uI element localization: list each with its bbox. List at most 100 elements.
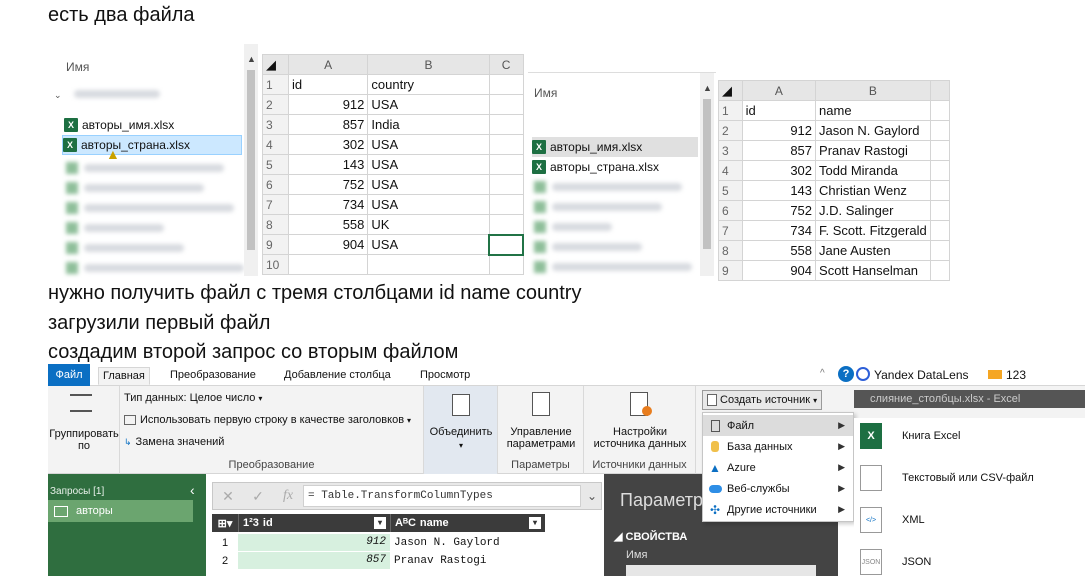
file-explorer-2: Имя X авторы_имя.xlsx X авторы_страна.xl… [528, 72, 716, 276]
table-row: 4 302 USA [262, 134, 524, 155]
file-item-authors-names[interactable]: X авторы_имя.xlsx [64, 115, 242, 135]
file-item-authors-countries[interactable]: X авторы_страна.xlsx [532, 157, 698, 177]
collapse-ribbon-icon[interactable]: ^ [820, 368, 825, 379]
use-first-row-button[interactable]: Использовать первую строку в качестве за… [124, 414, 411, 426]
table-row: 7 734 F. Scott. Fitzgerald [718, 220, 951, 241]
spreadsheet-names: ◢ A B 1 id name 2 912 Jason N. Gaylord 3 857 P… [718, 80, 951, 281]
replace-values-button[interactable]: ↳ Замена значений [124, 436, 224, 448]
select-all-corner[interactable]: ◢ [262, 54, 289, 75]
confirm-icon[interactable]: ✓ [243, 488, 273, 505]
excel-file-icon: X [532, 140, 546, 154]
query-item-authors[interactable]: авторы [48, 500, 193, 522]
group-label-transform: Преобразование [228, 459, 315, 471]
file-item-authors-countries[interactable]: X авторы_страна.xlsx [62, 135, 242, 155]
new-source-icon [707, 394, 717, 406]
manage-parameters-button[interactable]: Управление параметрами [498, 426, 584, 450]
column-header-name[interactable]: AᴮC name ▾ [390, 514, 545, 532]
chevron-right-icon: ▶ [838, 462, 845, 472]
excel-file-icon: X [64, 118, 78, 132]
file-name: авторы_страна.xlsx [81, 138, 190, 152]
tab-add-column[interactable]: Добавление столбца [280, 367, 395, 385]
combine-button[interactable]: Объединить ▾ [424, 386, 498, 474]
caption-second-query: создадим второй запрос со вторым файлом [48, 341, 459, 363]
new-source-menu: Файл ▶ База данных ▶ ▲ Azure ▶ Веб-службы ▶ … [702, 412, 854, 522]
column-header-b[interactable]: B [367, 54, 490, 75]
table-menu-icon[interactable]: ⊞▾ [212, 514, 238, 532]
formula-input[interactable]: = Table.TransformColumnTypes [303, 485, 581, 507]
table-row: 2 912 USA [262, 94, 524, 115]
group-by-button[interactable]: Группировать по [48, 428, 120, 452]
active-cell[interactable] [488, 233, 524, 256]
filter-dropdown-icon[interactable]: ▾ [374, 517, 386, 529]
chevron-down-icon: ▾ [458, 441, 463, 450]
new-source-button[interactable]: Создать источник ▾ [702, 390, 823, 410]
badge-count[interactable]: 123 [1006, 368, 1026, 382]
menu-item-json[interactable]: JSON JSON [860, 544, 1085, 576]
table-row: 3 857 India [262, 114, 524, 135]
excel-icon: X [860, 423, 882, 449]
cancel-icon[interactable]: ✕ [213, 488, 243, 505]
vertical-scrollbar[interactable]: ▲ [244, 44, 258, 276]
table-row: 6 752 USA [262, 174, 524, 195]
menu-item-database[interactable]: База данных ▶ [703, 436, 853, 457]
select-all-corner[interactable]: ◢ [718, 80, 743, 101]
file-name: авторы_имя.xlsx [82, 118, 175, 132]
menu-item-text-csv[interactable]: Текстовый или CSV-файл [860, 460, 1085, 496]
tab-view[interactable]: Просмотр [416, 367, 474, 385]
data-source-settings-button[interactable]: Настройки источника данных [584, 426, 696, 450]
table-row: 9 904 Scott Hanselman [718, 260, 951, 281]
column-header-id[interactable]: 1²3 id ▾ [238, 514, 390, 532]
vertical-scrollbar[interactable]: ▲ [700, 73, 714, 276]
menu-item-xml[interactable]: </> XML [860, 502, 1085, 538]
file-icon [710, 419, 720, 432]
xml-file-icon: </> [860, 507, 882, 533]
chevron-right-icon: ▶ [838, 483, 845, 493]
filter-dropdown-icon[interactable]: ▾ [529, 517, 541, 529]
mail-icon [988, 370, 1002, 379]
group-by-icon [70, 394, 92, 412]
tab-file[interactable]: Файл [48, 364, 90, 386]
expand-formula-icon[interactable]: ⌄ [587, 489, 601, 503]
expand-chevron-icon[interactable]: ⌄ [54, 90, 62, 101]
yandex-datalens-icon [856, 367, 870, 381]
json-file-icon: JSON [860, 549, 882, 575]
menu-item-file[interactable]: Файл ▶ [703, 415, 853, 436]
table-row: 7 734 USA [262, 194, 524, 215]
power-query-editor: Файл Главная Преобразование Добавление с… [48, 364, 1085, 576]
chevron-right-icon: ▶ [838, 441, 845, 451]
whole-number-type-icon[interactable]: 1²3 [243, 517, 259, 529]
text-file-icon [860, 465, 882, 491]
column-header-a[interactable]: A [741, 80, 817, 101]
queries-title: Запросы [1] [50, 486, 105, 497]
name-column-header[interactable]: Имя [534, 86, 557, 100]
menu-item-excel-workbook[interactable]: X Книга Excel [860, 418, 1085, 454]
collapse-pane-icon[interactable]: ‹ [190, 482, 195, 498]
table-row: 3 857 Pranav Rastogi [718, 140, 951, 161]
properties-section[interactable]: ◢ СВОЙСТВА [614, 530, 687, 543]
tab-transform[interactable]: Преобразование [166, 367, 260, 385]
menu-item-web-services[interactable]: Веб-службы ▶ [703, 478, 853, 499]
fx-icon[interactable]: fx [273, 488, 303, 504]
name-label: Имя [626, 549, 648, 561]
column-header-a[interactable]: A [287, 54, 369, 75]
chevron-right-icon: ▶ [838, 420, 845, 430]
scroll-up-arrow-icon[interactable]: ▲ [703, 83, 712, 93]
tab-home[interactable]: Главная [98, 367, 150, 385]
data-type-dropdown[interactable]: Тип данных: Целое число ▾ [124, 392, 262, 404]
file-name: авторы_имя.xlsx [550, 140, 643, 154]
menu-item-azure[interactable]: ▲ Azure ▶ [703, 457, 853, 478]
gear-icon [642, 406, 652, 416]
text-type-icon[interactable]: AᴮC [395, 517, 416, 529]
yandex-datalens-tab[interactable]: Yandex DataLens [874, 368, 969, 382]
scroll-up-arrow-icon[interactable]: ▲ [247, 54, 256, 64]
table-row: 4 302 Todd Miranda [718, 160, 951, 181]
help-icon[interactable]: ? [838, 366, 854, 382]
group-label-data-sources: Источники данных [592, 459, 687, 471]
query-name-input[interactable] [626, 565, 816, 576]
column-header-b[interactable]: B [815, 80, 931, 101]
group-parameters: Управление параметрами Параметры [498, 386, 584, 474]
name-column-header[interactable]: Имя [66, 60, 89, 74]
file-item-authors-names[interactable]: X авторы_имя.xlsx [532, 137, 698, 157]
data-preview-grid: ⊞▾ 1²3 id ▾ AᴮC name ▾ 1 912 Jason N. Ga… [212, 514, 545, 576]
menu-item-other-sources[interactable]: ✣ Другие источники ▶ [703, 499, 853, 520]
